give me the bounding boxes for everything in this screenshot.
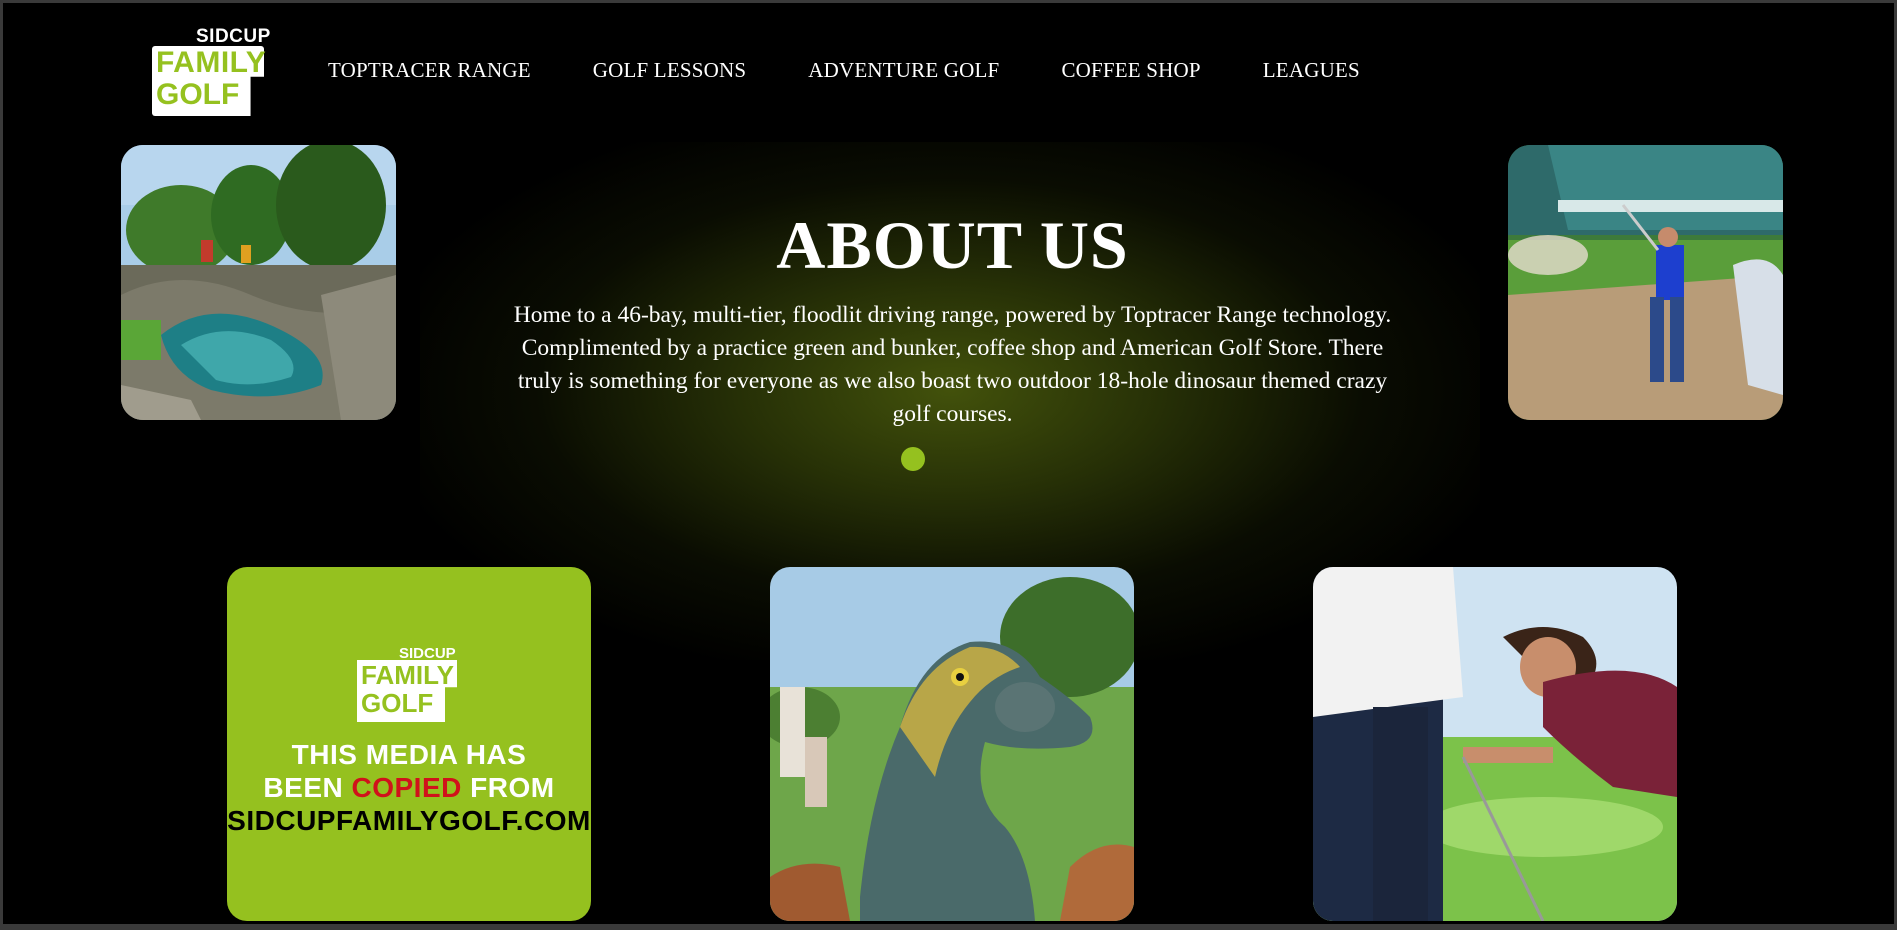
nav-toptracer-range[interactable]: TOPTRACER RANGE — [328, 58, 531, 83]
watermark-copied-word: COPIED — [351, 772, 462, 803]
about-title: ABOUT US — [776, 206, 1129, 283]
adventure-golf-photo — [121, 145, 396, 420]
nav-coffee-shop[interactable]: COFFEE SHOP — [1061, 58, 1200, 83]
logo-golf-text: GOLF — [156, 78, 240, 111]
card-logo: SIDCUP FAMILY GOLF — [357, 645, 461, 725]
watermark-line-2-prefix: BEEN — [263, 772, 352, 803]
copied-media-card: SIDCUP FAMILY GOLF THIS MEDIA HAS BEEN C… — [227, 567, 591, 921]
carousel-dot[interactable] — [901, 447, 925, 471]
watermark-line-3: SIDCUPFAMILYGOLF.COM — [227, 805, 591, 836]
dinosaur-photo — [770, 567, 1134, 921]
nav-adventure-golf[interactable]: ADVENTURE GOLF — [808, 58, 999, 83]
nav-golf-lessons[interactable]: GOLF LESSONS — [593, 58, 747, 83]
logo-sidcup-text: SIDCUP — [196, 26, 271, 47]
main-nav: TOPTRACER RANGE GOLF LESSONS ADVENTURE G… — [328, 58, 1422, 83]
site-header: SIDCUP FAMILY GOLF TOPTRACER RANGE GOLF … — [0, 0, 1897, 142]
card-logo-family: FAMILY — [361, 660, 454, 690]
watermark-line-2: BEEN COPIED FROM — [227, 772, 591, 804]
card-logo-golf: GOLF — [361, 688, 434, 718]
golfer-bunker-photo — [1508, 145, 1783, 420]
golf-lesson-photo — [1313, 567, 1677, 921]
site-logo[interactable]: SIDCUP FAMILY GOLF — [150, 26, 271, 118]
nav-leagues[interactable]: LEAGUES — [1263, 58, 1360, 83]
window-frame-bottom — [0, 924, 1897, 930]
logo-family-text: FAMILY — [156, 46, 267, 79]
about-text: Home to a 46-bay, multi-tier, floodlit d… — [513, 301, 1392, 427]
watermark-line-1: THIS MEDIA HAS — [291, 739, 527, 770]
watermark-line-2-suffix: FROM — [461, 772, 555, 803]
